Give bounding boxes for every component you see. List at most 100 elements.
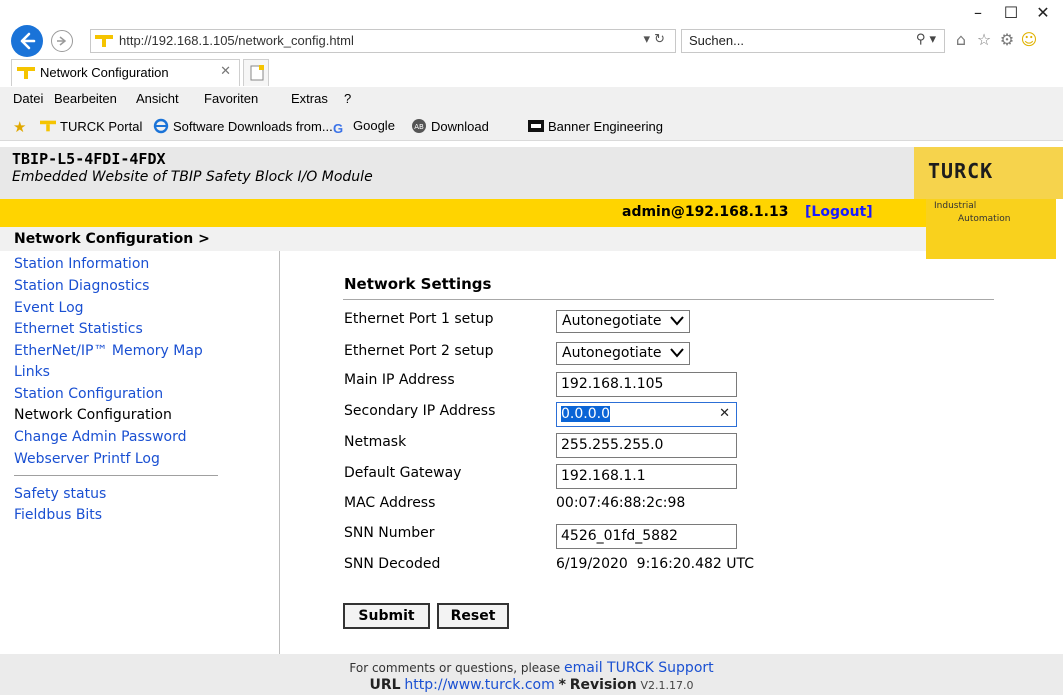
search-box[interactable]: Suchen... ⚲ ▾ <box>681 29 945 53</box>
main-ip-input[interactable]: 192.168.1.105 <box>556 372 737 397</box>
clear-input-icon[interactable]: ✕ <box>719 406 730 421</box>
refresh-icon[interactable]: ▾ ↻ <box>643 32 665 47</box>
revision-value: V2.1.17.0 <box>640 679 694 692</box>
google-icon: G <box>333 121 344 136</box>
star-icon[interactable]: ☆ <box>974 29 994 51</box>
port2-value[interactable]: Autonegotiate <box>562 345 662 361</box>
favorite-label: TURCK Portal <box>60 119 143 134</box>
close-window-button[interactable]: ✕ <box>1023 2 1063 24</box>
new-tab-button[interactable] <box>243 59 269 86</box>
banner-logo-icon <box>528 120 544 132</box>
menu-datei[interactable]: Datei <box>13 91 43 106</box>
favorite-download[interactable]: AB Download <box>411 118 489 136</box>
port1-label: Ethernet Port 1 setup <box>344 311 494 327</box>
mac-label: MAC Address <box>344 495 436 511</box>
turck-website-link[interactable]: http://www.turck.com <box>404 677 554 693</box>
page-subtitle: Embedded Website of TBIP Safety Block I/… <box>12 169 373 185</box>
sidebar-item-station-information[interactable]: Station Information <box>14 256 149 272</box>
menu-help[interactable]: ? <box>344 91 351 106</box>
footer-text: For comments or questions, please <box>349 661 561 675</box>
snn-input[interactable]: 4526_01fd_5882 <box>556 524 737 549</box>
menu-extras[interactable]: Extras <box>291 91 328 106</box>
section-divider <box>343 299 994 300</box>
forward-button[interactable] <box>51 30 73 52</box>
sidebar-item-memory-map[interactable]: EtherNet/IP™ Memory Map <box>14 343 203 359</box>
menu-bearbeiten[interactable]: Bearbeiten <box>54 91 117 106</box>
reset-button[interactable]: Reset <box>437 603 509 629</box>
chevron-down-icon <box>670 348 684 358</box>
logout-link[interactable]: [Logout] <box>805 204 873 220</box>
footer-line-2: URL http://www.turck.com * Revision V2.1… <box>0 677 1063 693</box>
tab-network-configuration[interactable]: Network Configuration ✕ <box>11 59 240 86</box>
logo-automation: Automation <box>958 214 1011 224</box>
netmask-value[interactable]: 255.255.255.0 <box>561 437 663 453</box>
snn-label: SNN Number <box>344 525 435 541</box>
arrow-left-icon <box>20 32 36 50</box>
snn-value[interactable]: 4526_01fd_5882 <box>561 528 678 544</box>
close-tab-icon[interactable]: ✕ <box>220 64 231 79</box>
gateway-label: Default Gateway <box>344 465 462 481</box>
port2-label: Ethernet Port 2 setup <box>344 343 494 359</box>
favorite-google[interactable]: G Google <box>333 118 395 136</box>
netmask-input[interactable]: 255.255.255.0 <box>556 433 737 458</box>
footer-separator: * <box>558 677 566 693</box>
favorite-banner-engineering[interactable]: Banner Engineering <box>528 118 663 136</box>
mac-value: 00:07:46:88:2c:98 <box>556 495 686 511</box>
port1-select[interactable]: Autonegotiate <box>556 310 690 333</box>
address-url[interactable]: http://192.168.1.105/network_config.html <box>119 33 354 48</box>
logo-industrial: Industrial <box>934 201 977 211</box>
footer-line-1: For comments or questions, please email … <box>0 660 1063 676</box>
gateway-value[interactable]: 192.168.1.1 <box>561 468 646 484</box>
new-tab-icon <box>250 65 264 81</box>
back-button[interactable] <box>11 25 43 57</box>
sidebar-item-station-configuration[interactable]: Station Configuration <box>14 386 163 402</box>
ab-logo-icon: AB <box>412 119 426 133</box>
search-placeholder[interactable]: Suchen... <box>689 33 744 48</box>
arrow-right-icon <box>57 36 67 46</box>
sidebar-item-network-configuration: Network Configuration <box>14 407 172 423</box>
turck-favicon-icon <box>17 67 35 79</box>
address-bar[interactable]: http://192.168.1.105/network_config.html… <box>90 29 676 53</box>
current-user: admin@192.168.1.13 <box>622 204 789 220</box>
menu-ansicht[interactable]: Ansicht <box>136 91 179 106</box>
sidebar-item-safety-status[interactable]: Safety status <box>14 486 106 502</box>
sidebar-item-change-admin-password[interactable]: Change Admin Password <box>14 429 187 445</box>
menu-favoriten[interactable]: Favoriten <box>204 91 258 106</box>
breadcrumb: Network Configuration > <box>0 227 926 251</box>
favorite-software-downloads[interactable]: Software Downloads from... <box>153 118 333 136</box>
footer: For comments or questions, please email … <box>0 654 1063 695</box>
logo-text: TURCK <box>928 159 994 183</box>
svg-text:AB: AB <box>414 123 424 131</box>
favorite-label: Software Downloads from... <box>173 119 333 134</box>
sidebar-item-links[interactable]: Links <box>14 364 50 380</box>
home-icon[interactable]: ⌂ <box>951 29 971 51</box>
sidebar-item-fieldbus-bits[interactable]: Fieldbus Bits <box>14 507 102 523</box>
breadcrumb-text: Network Configuration > <box>14 231 210 247</box>
smiley-icon[interactable]: ☺ <box>1019 29 1039 51</box>
port1-value[interactable]: Autonegotiate <box>562 313 662 329</box>
search-icon[interactable]: ⚲ ▾ <box>916 32 936 47</box>
favorites-star-icon[interactable]: ★ <box>13 118 26 136</box>
sidebar-item-webserver-printf-log[interactable]: Webserver Printf Log <box>14 451 160 467</box>
device-name: TBIP-L5-4FDI-4FDX <box>12 150 166 168</box>
gear-icon[interactable]: ⚙ <box>997 29 1017 51</box>
sidebar-item-event-log[interactable]: Event Log <box>14 300 84 316</box>
sidebar-item-ethernet-statistics[interactable]: Ethernet Statistics <box>14 321 143 337</box>
sidebar-item-station-diagnostics[interactable]: Station Diagnostics <box>14 278 149 294</box>
page-header: TBIP-L5-4FDI-4FDX Embedded Website of TB… <box>0 147 1063 199</box>
secondary-ip-value[interactable]: 0.0.0.0 <box>561 406 610 422</box>
favorite-label: Download <box>431 119 489 134</box>
port2-select[interactable]: Autonegotiate <box>556 342 690 365</box>
gateway-input[interactable]: 192.168.1.1 <box>556 464 737 489</box>
secondary-ip-input[interactable]: 0.0.0.0 ✕ <box>556 402 737 427</box>
favorite-turck-portal[interactable]: TURCK Portal <box>40 118 142 136</box>
support-email-link[interactable]: email TURCK Support <box>564 660 714 676</box>
secondary-ip-label: Secondary IP Address <box>344 403 496 419</box>
network-settings-form: Network Settings Ethernet Port 1 setup A… <box>281 251 1063 654</box>
main-ip-value[interactable]: 192.168.1.105 <box>561 376 663 392</box>
submit-button[interactable]: Submit <box>343 603 430 629</box>
sidebar: Station Information Station Diagnostics … <box>0 251 280 654</box>
favorites-bar: ★ TURCK Portal Software Downloads from..… <box>0 111 1063 141</box>
tab-title: Network Configuration <box>40 65 169 80</box>
user-bar: admin@192.168.1.13 [Logout] <box>0 199 926 227</box>
